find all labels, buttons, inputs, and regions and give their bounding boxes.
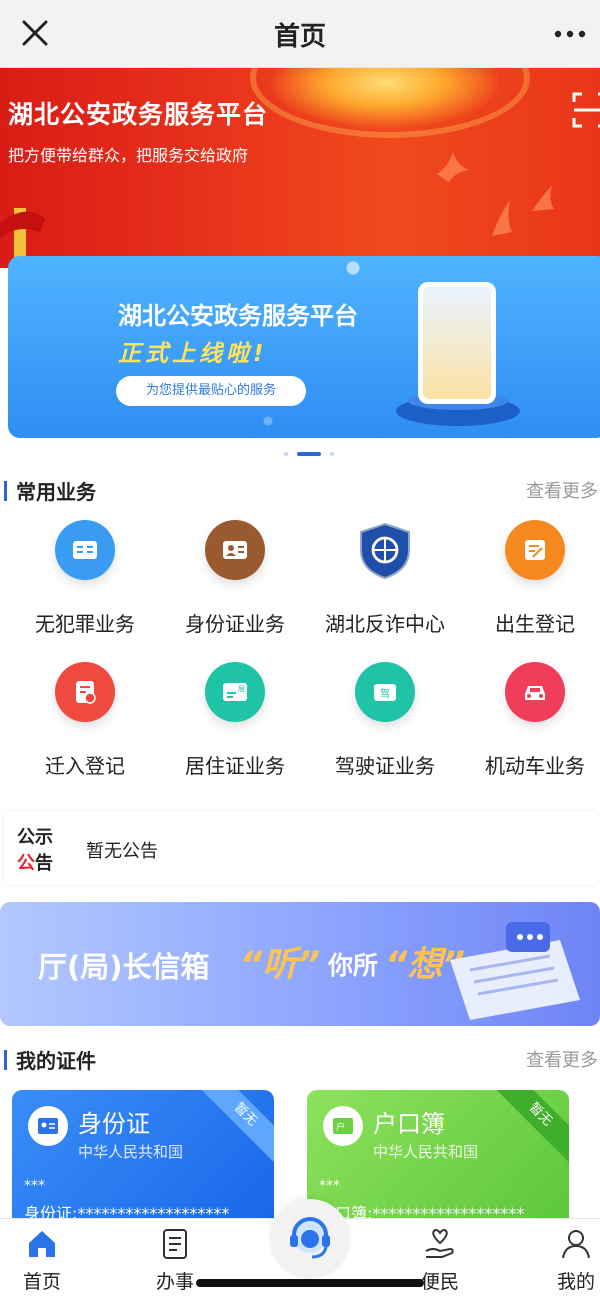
service-no-crime[interactable]: 无犯罪业务 bbox=[10, 520, 160, 650]
my-certificates-header: 我的证件 查看更多 bbox=[0, 1045, 600, 1077]
residence-card-icon: 居 bbox=[205, 662, 265, 722]
banner-slogan: 正式上线啦! bbox=[118, 341, 268, 367]
dove-icon bbox=[492, 200, 512, 236]
customer-service-button[interactable] bbox=[270, 1199, 350, 1279]
home-icon bbox=[29, 1231, 55, 1257]
dove-icon bbox=[437, 152, 469, 182]
hero-subtitle: 把方便带给群众，把服务交给政府 bbox=[8, 146, 249, 165]
carousel-banner[interactable]: 湖北公安政务服务平台 正式上线啦! 为您提供最贴心的服务 bbox=[8, 256, 600, 438]
user-icon bbox=[562, 1230, 590, 1259]
service-vehicle[interactable]: 机动车业务 bbox=[460, 662, 600, 792]
mail-envelope-icon bbox=[450, 922, 580, 1020]
tab-mine[interactable]: 我的 bbox=[536, 1227, 600, 1294]
director-mailbox-banner[interactable]: 厅(局)长信箱 “听” 你所 “想” bbox=[0, 902, 600, 1026]
headset-icon bbox=[290, 1217, 330, 1259]
svg-text:户: 户 bbox=[336, 1121, 345, 1133]
service-id-card[interactable]: 身份证业务 bbox=[160, 520, 310, 650]
status-badge: 暂无 bbox=[484, 1090, 569, 1171]
notice-tag-line2: 公告 bbox=[17, 853, 53, 874]
hero-section: 湖北公安政务服务平台 把方便带给群众，把服务交给政府 湖北公安政务服务平台 正式… bbox=[0, 68, 600, 448]
service-driver-license[interactable]: 驾 驾驶证业务 bbox=[310, 662, 460, 792]
scan-icon[interactable] bbox=[572, 92, 600, 128]
person-card-icon bbox=[205, 520, 265, 580]
heart-hand-icon bbox=[425, 1228, 454, 1258]
bottom-tab-bar: 首页 办事 便民 我的 bbox=[0, 1199, 600, 1301]
section-title: 我的证件 bbox=[16, 1049, 96, 1073]
view-more-link[interactable]: 查看更多 bbox=[526, 1046, 598, 1072]
household-book-icon: 户 bbox=[323, 1106, 363, 1146]
home-indicator bbox=[196, 1279, 424, 1287]
police-badge-icon bbox=[355, 520, 415, 580]
dove-icon bbox=[532, 185, 554, 211]
service-residence-permit[interactable]: 居 居住证业务 bbox=[160, 662, 310, 792]
service-birth-registration[interactable]: 出生登记 bbox=[460, 520, 600, 650]
carousel-indicator bbox=[0, 446, 600, 462]
id-card-icon bbox=[55, 520, 115, 580]
view-more-link[interactable]: 查看更多 bbox=[526, 477, 598, 503]
hero-title: 湖北公安政务服务平台 bbox=[8, 100, 269, 129]
phone-illustration bbox=[418, 282, 496, 404]
household-register-card[interactable]: 户 户口簿 中华人民共和国 *** 户口簿:******************… bbox=[307, 1090, 569, 1230]
car-icon bbox=[505, 662, 565, 722]
notice-bar[interactable]: 公示 公告 暂无公告 bbox=[4, 812, 600, 884]
tab-home[interactable]: 首页 bbox=[2, 1227, 82, 1294]
document-icon bbox=[163, 1229, 187, 1259]
notice-tag-line1: 公示 bbox=[17, 827, 53, 848]
banner-pill: 为您提供最贴心的服务 bbox=[116, 376, 306, 406]
common-services-header: 常用业务 查看更多 bbox=[0, 476, 600, 508]
id-card-icon bbox=[28, 1106, 68, 1146]
banner-headline: 湖北公安政务服务平台 bbox=[118, 302, 358, 330]
notice-text: 暂无公告 bbox=[86, 841, 158, 862]
driver-license-icon: 驾 bbox=[355, 662, 415, 722]
service-anti-fraud[interactable]: 湖北反诈中心 bbox=[310, 520, 460, 650]
status-badge: 暂无 bbox=[189, 1090, 274, 1171]
top-nav-bar: 首页 bbox=[0, 0, 600, 68]
migrate-doc-icon bbox=[55, 662, 115, 722]
page-title: 首页 bbox=[273, 22, 326, 52]
svg-text:居: 居 bbox=[238, 685, 245, 693]
service-move-in[interactable]: 迁入登记 bbox=[10, 662, 160, 792]
more-options-icon[interactable] bbox=[550, 22, 590, 46]
svg-text:驾: 驾 bbox=[380, 688, 390, 700]
edit-doc-icon bbox=[505, 520, 565, 580]
section-title: 常用业务 bbox=[16, 480, 96, 504]
id-card-card[interactable]: 身份证 中华人民共和国 *** 身份证:******************* … bbox=[12, 1090, 274, 1230]
